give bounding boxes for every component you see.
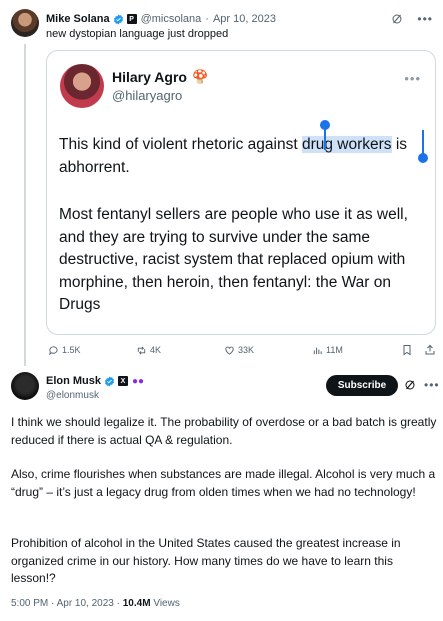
grok-icon[interactable] (391, 13, 403, 25)
verified-badge-icon (104, 375, 115, 387)
selection-end-handle[interactable] (418, 153, 428, 163)
reply-count: 1.5K (62, 345, 81, 355)
avatar[interactable] (11, 9, 39, 37)
tweet-date[interactable]: Apr 10, 2023 (213, 13, 276, 25)
subscribe-button[interactable]: Subscribe (326, 375, 398, 396)
quoted-paragraph-2: Most fentanyl sellers are people who use… (59, 206, 408, 313)
grok-icon[interactable] (404, 379, 416, 391)
selected-text[interactable]: drug workers (301, 136, 392, 153)
tweet-metadata: 5:00 PM · Apr 10, 2023 · 10.4M Views (11, 598, 180, 609)
views-button[interactable]: 11M (312, 345, 343, 356)
main-avatar[interactable] (11, 372, 39, 400)
x-affiliate-icon: X (118, 376, 129, 386)
view-count: 11M (326, 345, 343, 355)
heart-icon (225, 346, 234, 355)
community-icon: ●● (132, 375, 145, 387)
parent-tweet-text: new dystopian language just dropped (46, 28, 229, 40)
parent-tweet-header: Mike Solana P @micsolana · Apr 10, 2023 … (46, 11, 433, 27)
selection-start-caret (324, 126, 326, 150)
selection-end-caret (422, 130, 424, 154)
reply-icon (49, 345, 58, 355)
main-tweet-header: Elon Musk X ●● (46, 375, 144, 387)
reply-button[interactable]: 1.5K (48, 345, 81, 356)
parent-tweet-actions: 1.5K 4K 33K 11M (46, 342, 436, 358)
quoted-avatar[interactable] (60, 64, 104, 108)
tweet-date[interactable]: Apr 10, 2023 (57, 598, 114, 609)
quoted-author-handle[interactable]: @hilaryagro (112, 88, 182, 103)
repost-count: 4K (150, 345, 162, 355)
analytics-icon (313, 347, 322, 354)
main-author-handle[interactable]: @elonmusk (46, 390, 99, 401)
bookmark-icon[interactable] (401, 344, 413, 356)
author-handle[interactable]: @micsolana (141, 13, 202, 25)
like-button[interactable]: 33K (224, 345, 254, 356)
affiliate-badge-icon: P (126, 14, 137, 24)
main-tweet-paragraph-1: I think we should legalize it. The proba… (11, 415, 437, 447)
separator-dot: · (205, 13, 209, 25)
quoted-author-row: Hilary Agro 🍄 (112, 69, 208, 85)
more-options-icon[interactable]: ••• (417, 13, 433, 25)
main-author-name[interactable]: Elon Musk (46, 375, 101, 387)
thread-connector-line (24, 44, 26, 366)
mushroom-emoji: 🍄 (191, 69, 209, 84)
quoted-author-name[interactable]: Hilary Agro (112, 69, 187, 85)
quoted-text-before: This kind of violent rhetoric against (59, 136, 302, 153)
verified-badge-icon (113, 13, 123, 25)
more-options-icon[interactable]: ••• (424, 378, 440, 392)
views-count: 10.4M (122, 598, 151, 609)
quoted-more-options-icon[interactable]: ••• (404, 71, 421, 86)
share-icon[interactable] (424, 344, 436, 356)
main-tweet-paragraph-3: Prohibition of alcohol in the United Sta… (11, 536, 401, 585)
author-name[interactable]: Mike Solana (46, 13, 110, 25)
repost-icon (137, 346, 146, 354)
tweet-time[interactable]: 5:00 PM (11, 598, 48, 609)
main-tweet-paragraph-2: Also, crime flourishes when substances a… (11, 467, 436, 499)
like-count: 33K (238, 345, 255, 355)
repost-button[interactable]: 4K (136, 345, 161, 356)
quoted-paragraph-1: This kind of violent rhetoric against dr… (59, 134, 425, 179)
views-label: Views (153, 598, 180, 609)
quoted-tweet-card[interactable]: Hilary Agro 🍄 @hilaryagro ••• This kind … (46, 50, 436, 335)
